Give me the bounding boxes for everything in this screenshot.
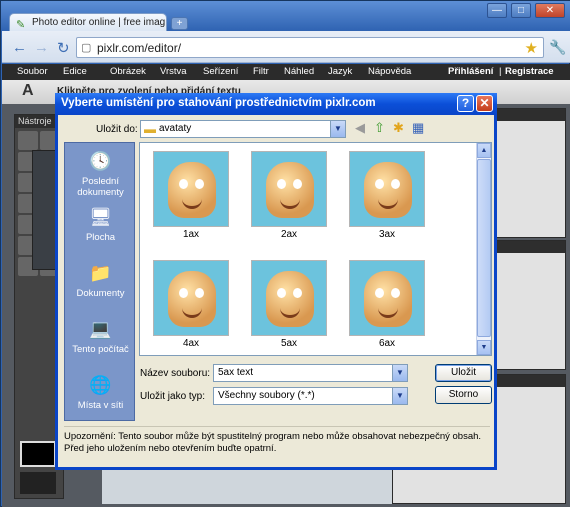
file-thumbnail[interactable] — [349, 260, 425, 336]
menu-layer[interactable]: Vrstva — [160, 66, 187, 77]
filename-label: Název souboru: — [140, 368, 211, 379]
text-tool-icon: A — [22, 82, 34, 99]
scroll-up-icon[interactable]: ▲ — [477, 143, 491, 158]
file-thumbnail[interactable] — [251, 260, 327, 336]
account-separator: | — [499, 66, 502, 77]
places-bar: 🕓 Poslední dokumenty 🖥 Plocha 📁 Dokument… — [64, 142, 135, 421]
browser-toolbar: ← → ↻ ▢ pixlr.com/editor/ ★ 🔧 — [2, 31, 570, 63]
scroll-down-icon[interactable]: ▼ — [477, 340, 491, 355]
url-text: pixlr.com/editor/ — [97, 41, 182, 55]
recent-documents-icon: 🕓 — [89, 151, 112, 171]
menu-image[interactable]: Obrázek — [110, 66, 146, 77]
dialog-titlebar: Vyberte umístění pro stahování prostředn… — [55, 93, 497, 115]
file-name[interactable]: 3ax — [349, 229, 425, 240]
cancel-button[interactable]: Storno — [435, 386, 492, 404]
address-bar[interactable]: ▢ pixlr.com/editor/ ★ — [76, 37, 544, 58]
place-recent[interactable]: 🕓 Poslední dokumenty — [65, 149, 136, 198]
tab-title: Photo editor online | free imag — [32, 17, 166, 28]
page-icon: ▢ — [81, 42, 92, 54]
back-icon[interactable]: ◀ — [355, 120, 365, 136]
place-network[interactable]: 🌐 Místa v síti — [65, 373, 136, 411]
avatar-image — [266, 271, 314, 327]
chevron-down-icon[interactable]: ▼ — [392, 388, 407, 404]
maximize-button[interactable]: □ — [511, 3, 531, 18]
filetype-dropdown[interactable]: Všechny soubory (*.*) ▼ — [213, 387, 408, 405]
place-label: Místa v síti — [77, 400, 124, 411]
menu-adjustment[interactable]: Seřízení — [203, 66, 238, 77]
file-name[interactable]: 4ax — [153, 338, 229, 349]
file-name[interactable]: 2ax — [251, 229, 327, 240]
file-list: 1ax 2ax 3ax 4ax 5ax 6ax ▲ ▼ — [139, 142, 492, 356]
avatar-image — [364, 271, 412, 327]
file-thumbnail[interactable] — [251, 151, 327, 227]
dialog-title: Vyberte umístění pro stahování prostředn… — [61, 97, 376, 109]
my-computer-icon: 💻 — [89, 319, 112, 339]
security-warning: Upozornění: Tento soubor může být spusti… — [64, 426, 490, 455]
color-palette[interactable] — [20, 472, 56, 494]
chevron-down-icon[interactable]: ▼ — [392, 365, 407, 381]
place-label: Tento počítač — [72, 344, 129, 355]
minimize-button[interactable]: — — [487, 3, 507, 18]
file-name[interactable]: 5ax — [251, 338, 327, 349]
scroll-thumb[interactable] — [477, 159, 491, 337]
avatar-image — [168, 162, 216, 218]
filename-value: 5ax text — [218, 367, 254, 378]
browser-tab[interactable]: ✎ Photo editor online | free imag — [9, 13, 167, 32]
new-tab-button[interactable]: + — [171, 17, 188, 30]
menu-language[interactable]: Jazyk — [328, 66, 352, 77]
menu-help[interactable]: Nápověda — [368, 66, 411, 77]
place-label: Dokumenty — [76, 288, 125, 299]
network-places-icon: 🌐 — [89, 375, 112, 395]
tool-button[interactable] — [18, 131, 38, 150]
place-documents[interactable]: 📁 Dokumenty — [65, 261, 136, 299]
filetype-label: Uložit jako typ: — [140, 391, 206, 402]
menu-filter[interactable]: Filtr — [253, 66, 269, 77]
wrench-icon[interactable]: 🔧 — [549, 39, 566, 56]
place-desktop[interactable]: 🖥 Plocha — [65, 205, 136, 243]
register-link[interactable]: Registrace — [505, 66, 554, 77]
menu-view[interactable]: Náhled — [284, 66, 314, 77]
save-in-value: avataty — [159, 123, 192, 134]
login-link[interactable]: Přihlášení — [448, 66, 493, 77]
avatar-image — [266, 162, 314, 218]
file-thumbnail[interactable] — [153, 151, 229, 227]
place-computer[interactable]: 💻 Tento počítač — [65, 317, 136, 355]
pixlr-favicon-icon: ✎ — [16, 19, 26, 31]
app-menubar: Soubor Edice Obrázek Vrstva Seřízení Fil… — [2, 64, 570, 80]
chevron-down-icon[interactable]: ▼ — [330, 121, 345, 137]
save-in-label: Uložit do: — [96, 124, 138, 135]
file-thumbnail[interactable] — [153, 260, 229, 336]
save-dialog: Vyberte umístění pro stahování prostředn… — [55, 93, 497, 470]
file-thumbnail[interactable] — [349, 151, 425, 227]
save-button[interactable]: Uložit — [435, 364, 492, 382]
help-button[interactable]: ? — [457, 95, 474, 112]
menu-file[interactable]: Soubor — [17, 66, 48, 77]
filename-field[interactable]: 5ax text ▼ — [213, 364, 408, 382]
file-name[interactable]: 6ax — [349, 338, 425, 349]
view-menu-icon[interactable]: ▦ — [412, 120, 424, 136]
browser-titlebar: ✎ Photo editor online | free imag + — □ … — [1, 1, 570, 32]
avatar-image — [168, 271, 216, 327]
dialog-close-button[interactable]: ✕ — [476, 95, 493, 112]
up-folder-icon[interactable]: ⇧ — [374, 120, 385, 136]
forward-arrow-icon[interactable]: → — [34, 39, 49, 56]
place-label: Plocha — [85, 232, 116, 243]
back-arrow-icon[interactable]: ← — [12, 39, 27, 56]
folder-icon: ▬ — [144, 122, 156, 136]
bookmark-star-icon[interactable]: ★ — [525, 39, 538, 57]
place-label: Poslední dokumenty — [77, 176, 124, 198]
file-name[interactable]: 1ax — [153, 229, 229, 240]
filetype-value: Všechny soubory (*.*) — [218, 390, 315, 401]
file-list-scrollbar[interactable]: ▲ ▼ — [476, 143, 491, 355]
save-in-dropdown[interactable]: ▬ avataty ▼ — [140, 120, 346, 138]
desktop-icon: 🖥 — [89, 207, 112, 227]
documents-folder-icon: 📁 — [89, 263, 112, 283]
new-folder-icon[interactable]: ✱ — [393, 120, 404, 136]
avatar-image — [364, 162, 412, 218]
close-window-button[interactable]: ✕ — [535, 3, 565, 18]
color-swatch[interactable] — [20, 441, 56, 467]
menu-edit[interactable]: Edice — [63, 66, 87, 77]
reload-icon[interactable]: ↻ — [57, 39, 70, 57]
